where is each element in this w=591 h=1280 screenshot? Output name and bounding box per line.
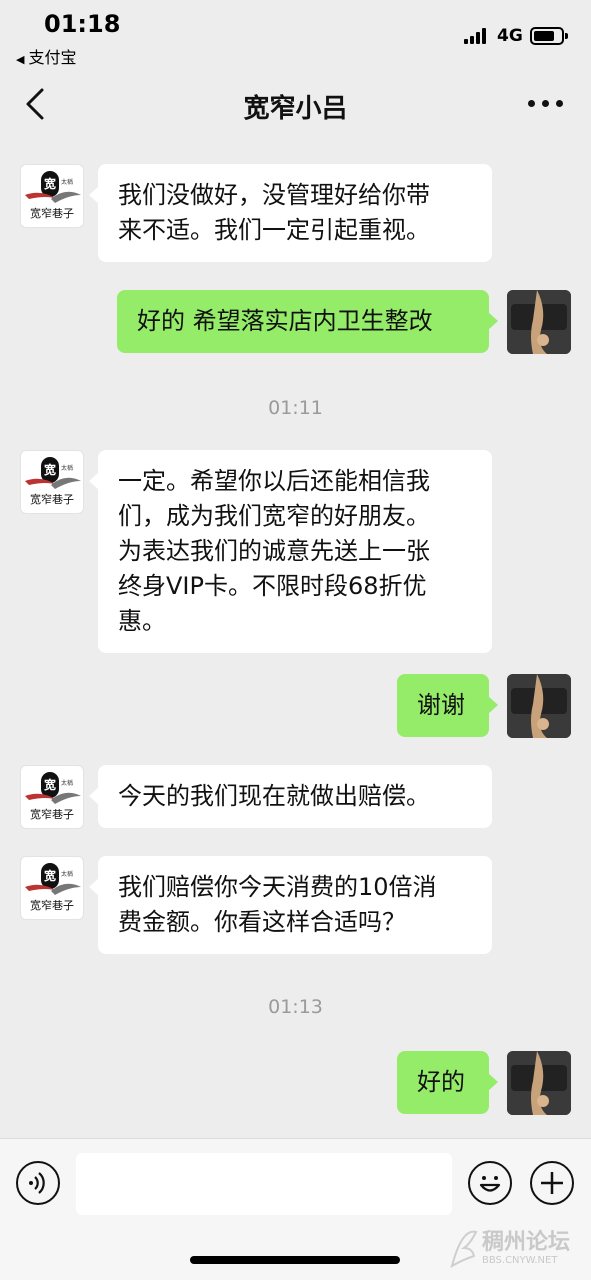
voice-input-icon[interactable]	[16, 1161, 60, 1205]
shop-logo-text: 宽	[43, 869, 56, 883]
network-type: 4G	[497, 26, 523, 46]
message-text-line: 好的	[417, 1068, 465, 1096]
shop-avatar[interactable]: 宽太稱宽窄巷子	[20, 164, 84, 228]
incoming-message-bubble[interactable]: 我们没做好，没管理好给你带 来不适。我们一定引起重视。	[89, 164, 492, 262]
shop-avatar[interactable]: 宽太稱宽窄巷子	[20, 856, 84, 920]
message-text-line: 来不适。我们一定引起重视。	[118, 216, 430, 244]
incoming-message-bubble[interactable]: 我们赔偿你今天消费的10倍消 费金额。你看这样合适吗？	[89, 856, 492, 954]
watermark-text: 稠州论坛	[482, 1230, 571, 1255]
back-triangle-icon: ◀	[16, 53, 25, 66]
message-text-line: 谢谢	[417, 691, 465, 719]
shop-side-text: 太稱	[61, 465, 74, 472]
incoming-message-bubble[interactable]: 一定。希望你以后还能相信我 们，成为我们宽窄的好朋友。 为表达我们的诚意先送上一张终…	[89, 450, 492, 653]
shop-side-text: 太稱	[61, 179, 74, 186]
message-text-line: 费金额。你看这样合适吗？	[118, 908, 406, 936]
shop-logo-text: 宽	[43, 778, 56, 792]
shop-name-text: 宽窄巷子	[30, 207, 74, 220]
shop-logo-text: 宽	[43, 463, 56, 477]
back-app-label: 支付宝	[28, 48, 77, 67]
outgoing-message-bubble[interactable]: 好的 希望落实店内卫生整改	[117, 290, 498, 353]
add-more-icon[interactable]	[530, 1161, 574, 1205]
shop-side-text: 太稱	[61, 780, 74, 787]
shop-avatar[interactable]: 宽太稱宽窄巷子	[20, 765, 84, 829]
back-to-app-link[interactable]: ◀ 支付宝	[16, 44, 76, 68]
incoming-message-bubble[interactable]: 今天的我们现在就做出赔偿。	[89, 765, 492, 828]
message-input[interactable]	[76, 1153, 452, 1215]
chat-title: 宽窄小吕	[243, 94, 348, 124]
message-text-line: 为表达我们的诚意先送上一张	[118, 537, 430, 565]
message-text-line: 我们没做好，没管理好给你带	[118, 181, 430, 209]
watermark-url: BBS.CNYW.NET	[482, 1255, 558, 1266]
home-indicator[interactable]	[190, 1256, 400, 1264]
shop-side-text: 太稱	[61, 871, 74, 878]
user-avatar[interactable]	[507, 674, 571, 738]
forum-watermark: 稠州论坛 BBS.CNYW.NET	[448, 1224, 588, 1276]
more-options-icon[interactable]	[528, 100, 564, 110]
shop-name-text: 宽窄巷子	[30, 493, 74, 506]
user-avatar[interactable]	[507, 290, 571, 354]
message-text-line: 今天的我们现在就做出赔偿。	[118, 782, 430, 810]
message-text-line: 好的 希望落实店内卫生整改	[137, 307, 433, 335]
message-timestamp: 01:13	[268, 996, 323, 1018]
battery-icon	[530, 27, 568, 45]
message-text-line: 一定。希望你以后还能相信我	[118, 467, 430, 495]
shop-name-text: 宽窄巷子	[30, 808, 74, 821]
shop-logo-text: 宽	[43, 177, 56, 191]
signal-icon	[464, 28, 490, 44]
message-timestamp: 01:11	[268, 397, 323, 419]
message-text-line: 我们赔偿你今天消费的10倍消	[118, 873, 437, 901]
nav-bar: 宽窄小吕	[0, 70, 591, 140]
shop-name-text: 宽窄巷子	[30, 899, 74, 912]
message-text-line: 们，成为我们宽窄的好朋友。	[118, 502, 430, 530]
emoji-icon[interactable]	[468, 1161, 512, 1205]
status-time: 01:18	[44, 10, 121, 38]
shop-avatar[interactable]: 宽太稱宽窄巷子	[20, 450, 84, 514]
message-text-line: 终身VIP卡。不限时段68折优	[118, 572, 427, 600]
user-avatar[interactable]	[507, 1051, 571, 1115]
outgoing-message-bubble[interactable]: 谢谢	[397, 674, 498, 737]
message-text-line: 惠。	[118, 607, 166, 635]
outgoing-message-bubble[interactable]: 好的	[397, 1051, 498, 1114]
status-bar: 01:18 ◀ 支付宝 4G	[0, 0, 591, 70]
